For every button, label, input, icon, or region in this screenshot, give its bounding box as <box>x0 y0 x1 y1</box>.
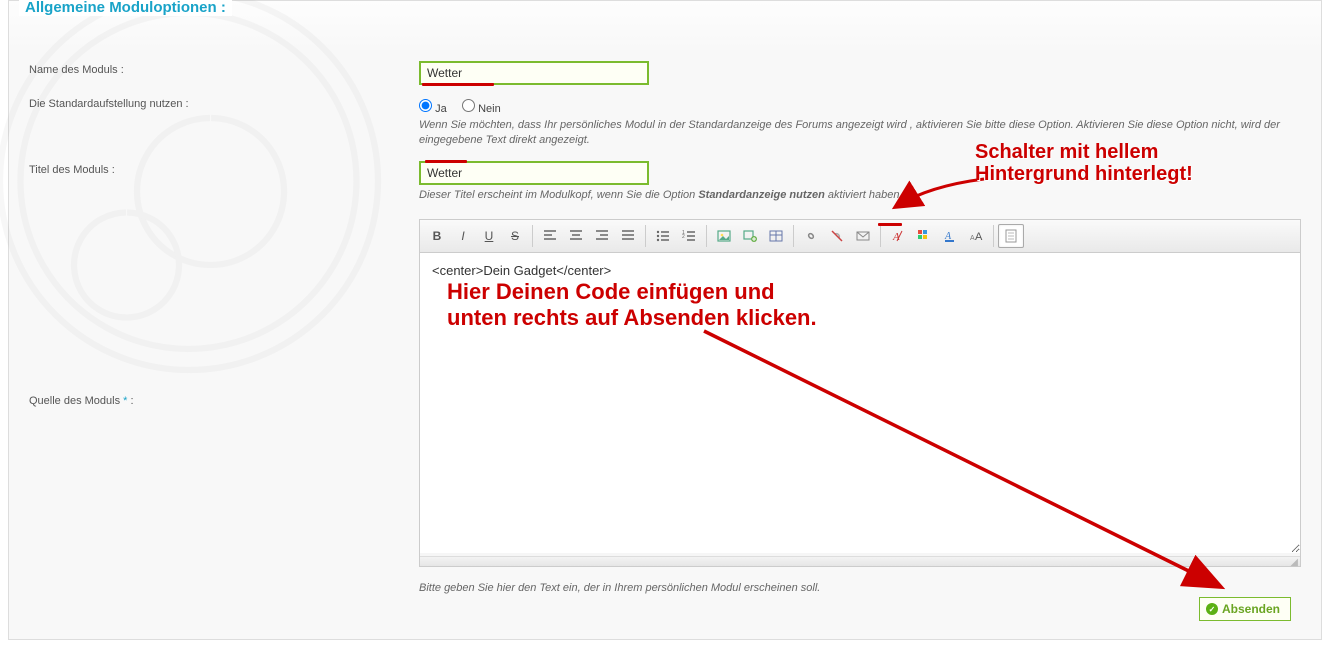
check-icon: ✓ <box>1206 603 1218 615</box>
remove-format-button[interactable]: A <box>885 224 911 248</box>
resize-handle-icon[interactable]: ◢ <box>420 556 1300 566</box>
ordered-list-button[interactable]: 12 <box>676 224 702 248</box>
svg-text:2: 2 <box>682 234 685 240</box>
link-button[interactable] <box>798 224 824 248</box>
radio-no-label[interactable]: Nein <box>462 103 501 115</box>
align-center-button[interactable] <box>563 224 589 248</box>
host-image-button[interactable] <box>737 224 763 248</box>
label-use-default: Die Standardaufstellung nutzen : <box>29 95 419 110</box>
svg-text:A: A <box>975 231 983 243</box>
align-right-button[interactable] <box>589 224 615 248</box>
insert-image-button[interactable] <box>711 224 737 248</box>
submit-button[interactable]: ✓ Absenden <box>1199 597 1291 621</box>
unordered-list-button[interactable] <box>650 224 676 248</box>
email-button[interactable] <box>850 224 876 248</box>
underline-button[interactable]: U <box>476 224 502 248</box>
font-size-button[interactable]: AA <box>963 224 989 248</box>
panel-legend: Allgemeine Moduloptionen : <box>19 0 232 16</box>
editor-toolbar: B I U S 12 <box>420 220 1300 253</box>
align-justify-button[interactable] <box>615 224 641 248</box>
editor-textarea[interactable] <box>420 253 1300 553</box>
bold-button[interactable]: B <box>424 224 450 248</box>
strike-button[interactable]: S <box>502 224 528 248</box>
radio-yes[interactable] <box>419 99 432 112</box>
module-title-hint: Dieser Titel erscheint im Modulkopf, wen… <box>419 188 1301 203</box>
module-options-panel: Allgemeine Moduloptionen : Name des Modu… <box>8 0 1322 640</box>
use-default-radio-group: Ja Nein <box>419 99 1301 115</box>
radio-no[interactable] <box>462 99 475 112</box>
source-mode-button[interactable] <box>998 224 1024 248</box>
module-name-input[interactable] <box>419 61 649 85</box>
editor-hint: Bitte geben Sie hier den Text ein, der i… <box>419 581 1301 596</box>
label-module-title: Titel des Moduls : <box>29 161 419 176</box>
rich-text-editor: B I U S 12 <box>419 219 1301 567</box>
label-module-source: Quelle des Moduls * : <box>29 215 419 407</box>
module-title-input[interactable] <box>419 161 649 185</box>
font-color-button[interactable]: A <box>937 224 963 248</box>
color-palette-button[interactable] <box>911 224 937 248</box>
radio-yes-label[interactable]: Ja <box>419 103 447 115</box>
label-module-name: Name des Moduls : <box>29 61 419 76</box>
insert-table-button[interactable] <box>763 224 789 248</box>
use-default-hint: Wenn Sie möchten, dass Ihr persönliches … <box>419 118 1301 149</box>
unlink-button[interactable] <box>824 224 850 248</box>
align-left-button[interactable] <box>537 224 563 248</box>
italic-button[interactable]: I <box>450 224 476 248</box>
